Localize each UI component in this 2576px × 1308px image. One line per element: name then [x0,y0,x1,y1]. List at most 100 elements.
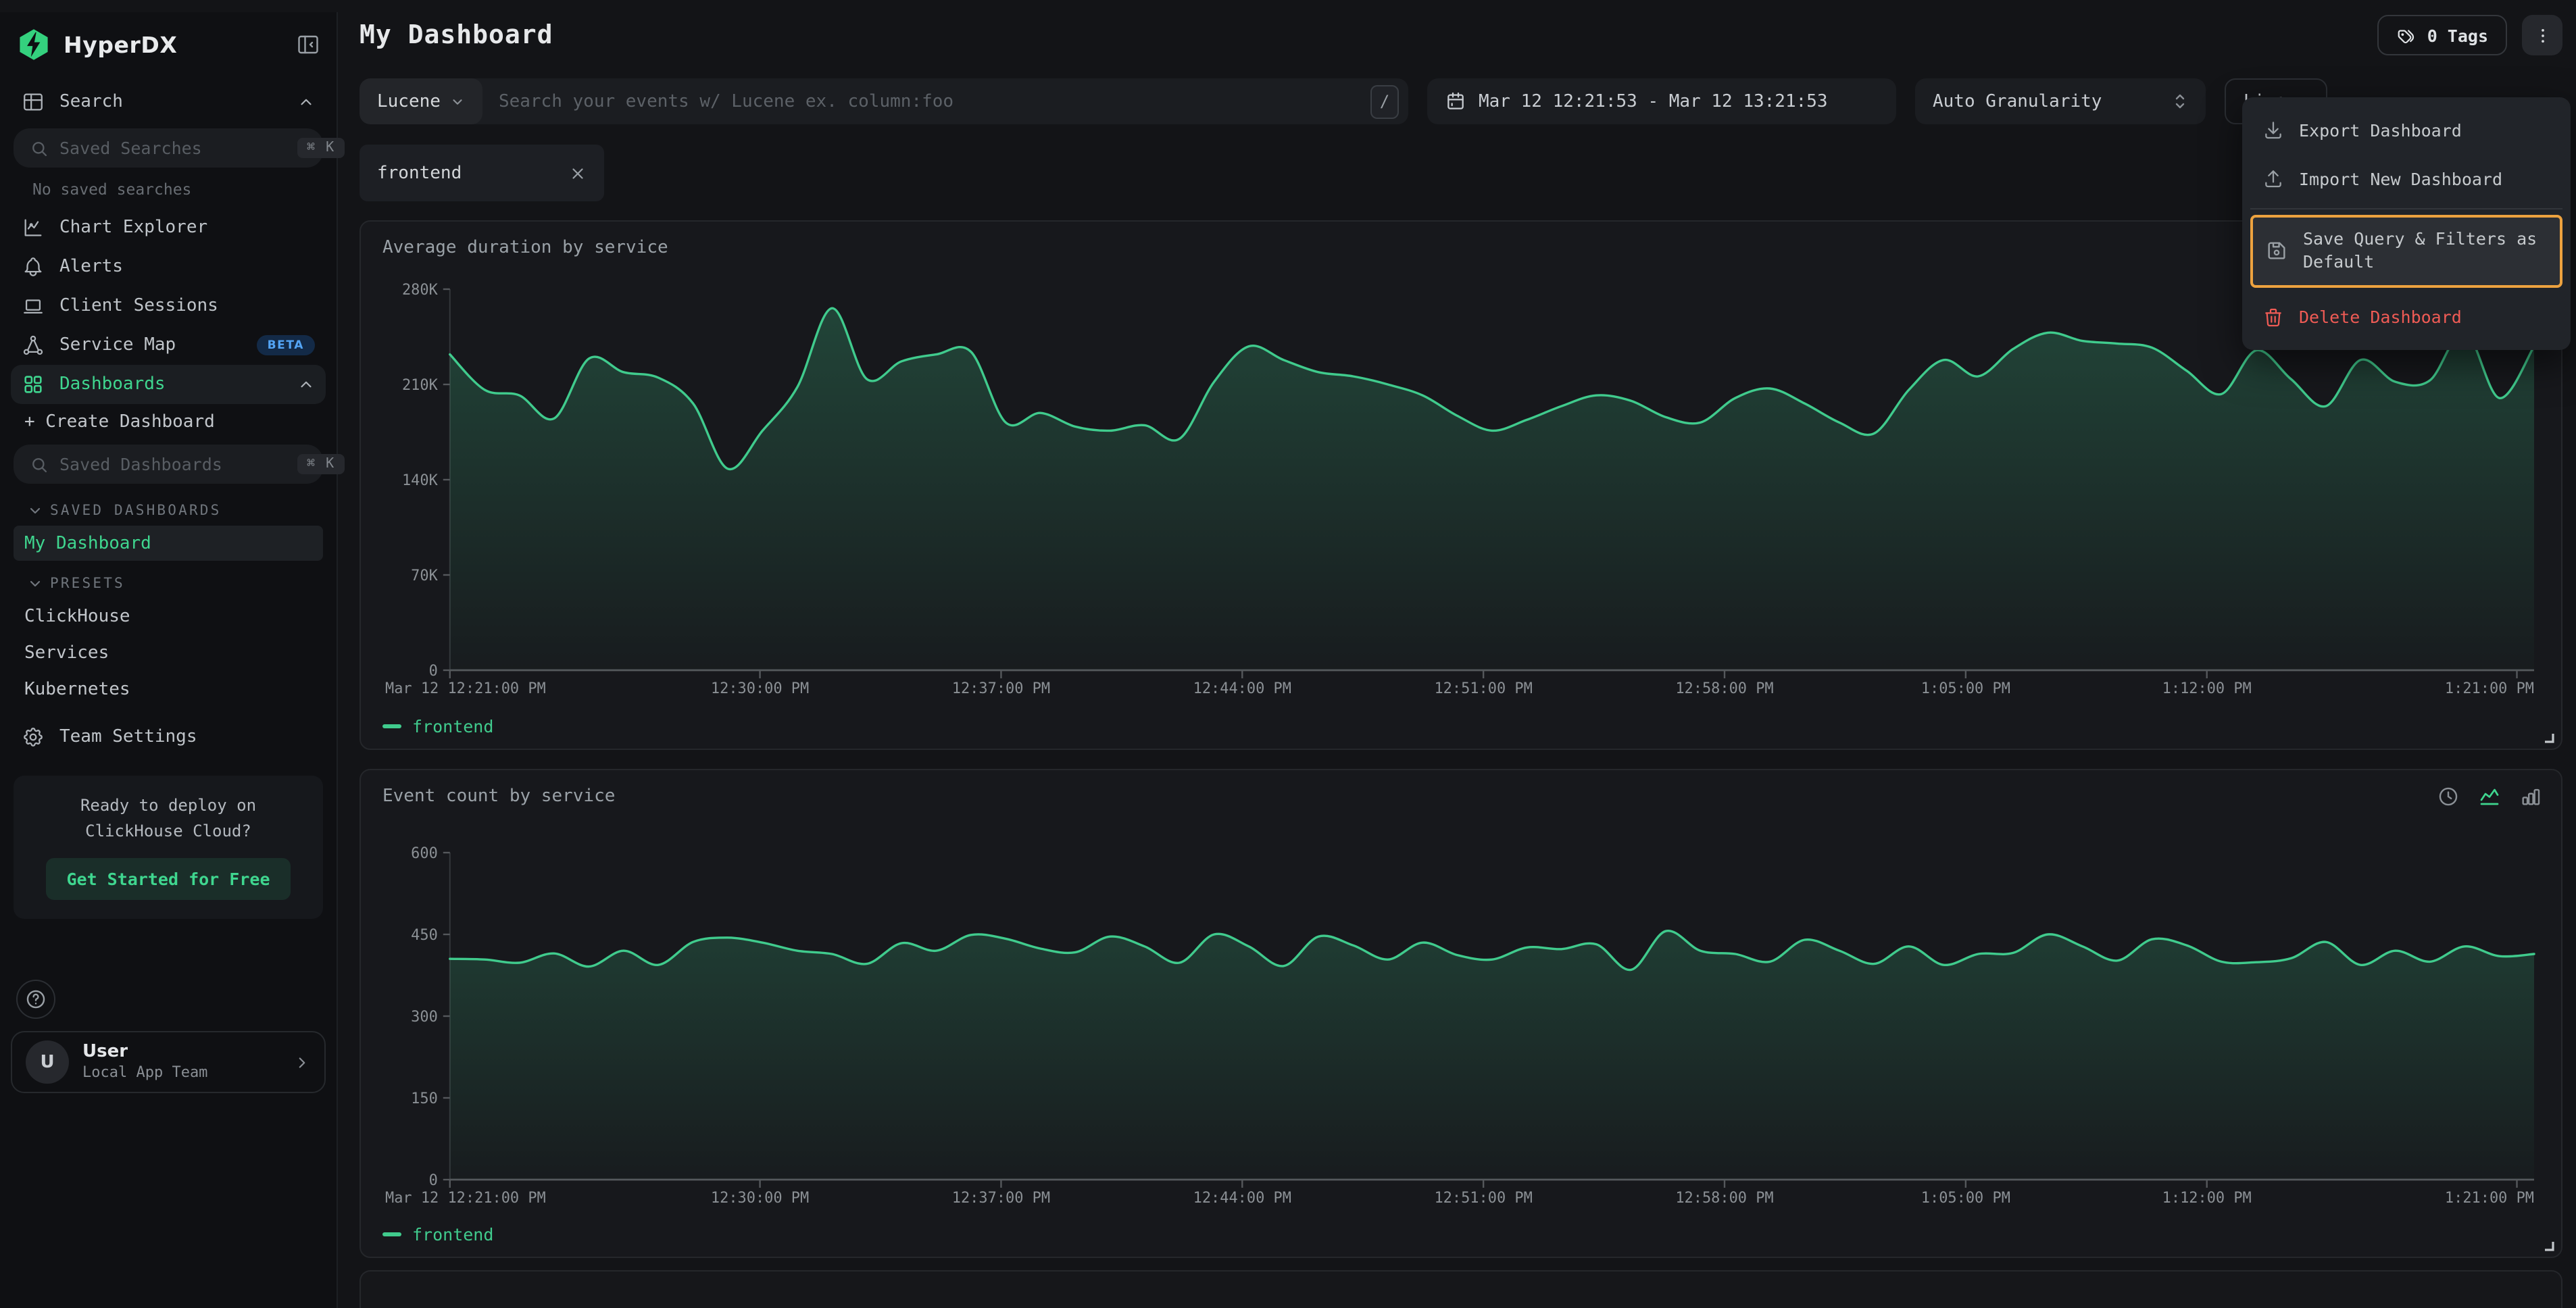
legend-label: frontend [412,1224,493,1244]
bar-chart-icon[interactable] [2519,784,2542,807]
chart-title: Event count by service [382,786,2540,819]
user-meta: User Local App Team [82,1042,280,1082]
sidebar-item-dashboards[interactable]: Dashboards [11,365,326,404]
granularity-select[interactable]: Auto Granularity [1915,78,2206,124]
saved-searches-search[interactable]: ⌘ K [14,128,323,168]
chart-explorer-icon [22,216,45,239]
get-started-button[interactable]: Get Started for Free [46,858,290,900]
language-label: Lucene [377,91,441,111]
beta-badge: BETA [257,335,315,355]
line-chart-avg-duration[interactable]: 280K210K140K70K0Mar 12 12:21:00 PM12:30:… [382,270,2540,703]
saved-searches-input[interactable] [59,138,287,158]
user-team: Local App Team [82,1064,280,1083]
sidebar-item-label: Client Sessions [59,296,315,316]
app-window: HyperDX Search ⌘ K [0,12,2576,1308]
svg-text:0: 0 [429,663,438,680]
sidebar-item-kubernetes[interactable]: Kubernetes [14,672,323,707]
filter-chips: frontend [360,145,2562,201]
chevron-up-icon[interactable] [297,376,315,393]
chevron-up-icon[interactable] [297,93,315,111]
menu-divider [2250,208,2562,209]
sidebar-item-services[interactable]: Services [14,635,323,670]
svg-text:1:05:00 PM: 1:05:00 PM [1921,1190,2010,1207]
tags-button[interactable]: 0 Tags [2377,15,2507,55]
event-searchbox: Lucene / [360,78,1408,124]
svg-text:12:58:00 PM: 12:58:00 PM [1675,1190,1773,1207]
event-search-input[interactable] [482,91,1370,111]
svg-text:12:30:00 PM: 12:30:00 PM [711,680,809,697]
line-chart-event-count[interactable]: 6004503001500Mar 12 12:21:00 PM12:30:00 … [382,819,2540,1211]
panel-resize-handle[interactable] [2541,730,2554,743]
chevron-down-icon [27,503,43,519]
gear-icon [22,726,45,749]
sidebar-collapse-icon[interactable] [296,32,320,57]
date-range-picker[interactable]: Mar 12 12:21:53 - Mar 12 13:21:53 [1427,78,1896,124]
legend-label: frontend [412,715,493,736]
sidebar-item-client-sessions[interactable]: Client Sessions [11,286,326,326]
menu-item-delete-dashboard[interactable]: Delete Dashboard [2250,293,2562,342]
chart-legend: frontend [382,711,2540,740]
dashboard-context-menu: Export Dashboard Import New Dashboard Sa… [2242,97,2571,350]
date-range-value: Mar 12 12:21:53 - Mar 12 13:21:53 [1479,91,1828,111]
sidebar: HyperDX Search ⌘ K [0,12,338,1308]
menu-item-export-dashboard[interactable]: Export Dashboard [2250,105,2562,154]
chart-legend: frontend [382,1219,2540,1249]
dashboard-menu-button[interactable] [2522,15,2562,55]
panel-resize-handle[interactable] [2541,1238,2554,1251]
search-icon [30,455,49,474]
svg-text:12:58:00 PM: 12:58:00 PM [1675,680,1773,697]
tags-count-label: 0 Tags [2427,25,2488,45]
svg-text:0: 0 [429,1172,438,1189]
user-menu[interactable]: U User Local App Team [11,1031,326,1093]
dashboards-grid-icon [22,373,45,396]
section-saved-dashboards[interactable]: SAVED DASHBOARDS [11,489,326,524]
menu-item-save-query-default[interactable]: Save Query & Filters as Default [2250,215,2562,288]
svg-text:12:44:00 PM: 12:44:00 PM [1193,680,1291,697]
saved-dashboards-search[interactable]: ⌘ K [14,445,323,484]
clickhouse-promo-card: Ready to deploy on ClickHouse Cloud? Get… [14,776,323,919]
chart-panel-event-count: Event count by service 6004503001500Mar … [360,769,2562,1258]
chevron-down-icon [27,576,43,592]
sidebar-item-team-settings[interactable]: Team Settings [11,718,326,757]
menu-item-import-dashboard[interactable]: Import New Dashboard [2250,154,2562,203]
sidebar-bottom: U User Local App Team [0,980,337,1093]
kebab-icon [2532,25,2552,45]
menu-item-label: Save Query & Filters as Default [2303,228,2548,274]
area-chart-icon[interactable] [2477,784,2502,808]
saved-dashboards-input[interactable] [59,454,287,474]
query-toolbar: Lucene / Mar 12 12:21:53 - Mar 12 13:21:… [360,78,2562,124]
next-panel-edge [360,1270,2562,1308]
sidebar-item-chart-explorer[interactable]: Chart Explorer [11,208,326,247]
create-dashboard-label: + Create Dashboard [24,412,215,432]
sidebar-item-label: ClickHouse [24,606,130,626]
svg-text:12:30:00 PM: 12:30:00 PM [711,1190,809,1207]
filter-chip-frontend[interactable]: frontend [360,145,604,201]
legend-swatch [382,724,401,728]
laptop-icon [22,295,45,318]
sidebar-item-label: Chart Explorer [59,218,315,238]
close-icon[interactable] [569,164,587,182]
svg-text:210K: 210K [402,377,439,394]
language-select[interactable]: Lucene [360,78,482,124]
help-button[interactable] [16,980,55,1019]
promo-text: Ready to deploy on ClickHouse Cloud? [27,793,309,843]
sidebar-nav: Search ⌘ K No saved searches Chart Explo… [0,74,337,919]
select-chevrons-icon [2172,92,2188,111]
sidebar-item-label: Team Settings [59,727,315,747]
sidebar-item-service-map[interactable]: Service Map BETA [11,326,326,365]
sidebar-item-clickhouse[interactable]: ClickHouse [14,599,323,634]
sidebar-item-my-dashboard[interactable]: My Dashboard [14,526,323,561]
sidebar-item-alerts[interactable]: Alerts [11,247,326,286]
download-icon [2262,119,2284,141]
create-dashboard-button[interactable]: + Create Dashboard [11,404,326,438]
granularity-value: Auto Granularity [1933,91,2102,111]
svg-text:12:44:00 PM: 12:44:00 PM [1193,1190,1291,1207]
save-icon [2265,240,2288,263]
panel-toolbar [2437,784,2542,808]
avatar: U [26,1040,69,1084]
sidebar-item-label: Service Map [59,335,242,355]
section-presets[interactable]: PRESETS [11,562,326,597]
time-range-icon[interactable] [2437,784,2460,807]
sidebar-item-label: Alerts [59,257,315,277]
sidebar-item-search[interactable]: Search [11,82,326,122]
